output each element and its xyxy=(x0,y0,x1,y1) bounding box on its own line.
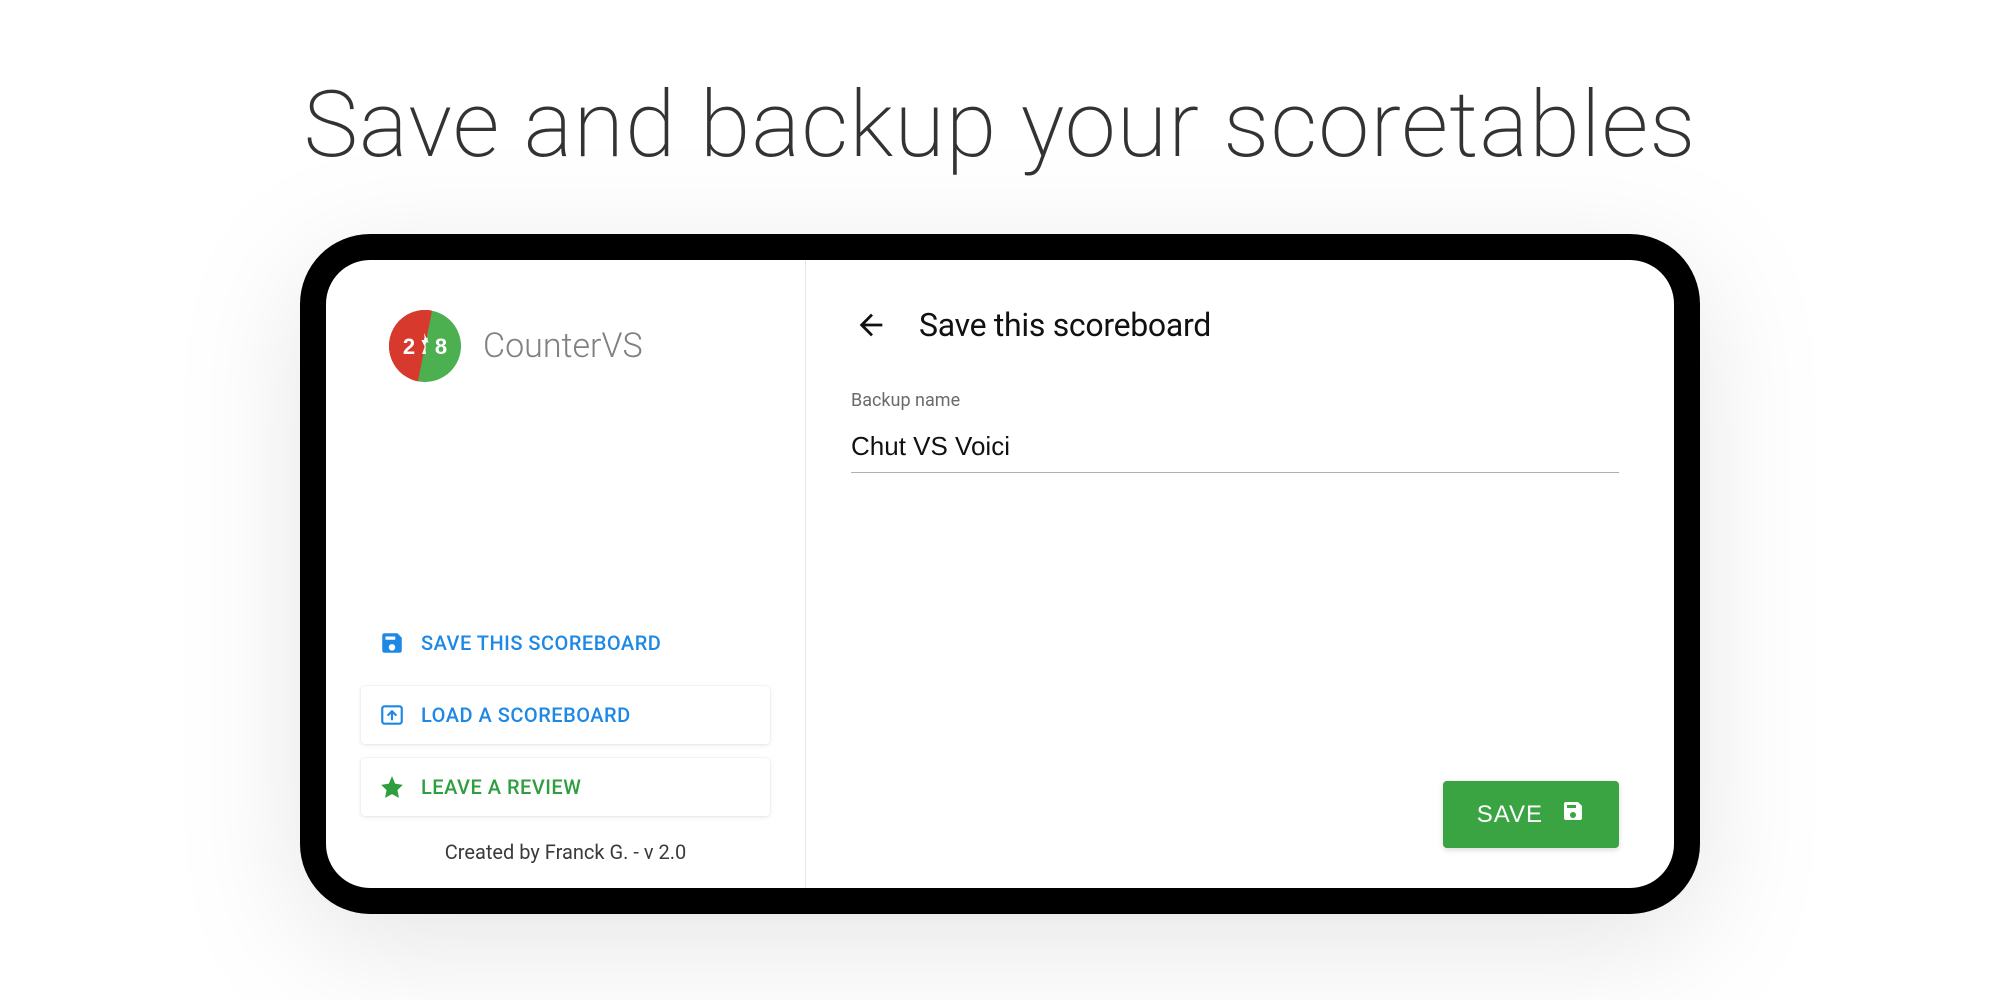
upload-icon xyxy=(379,702,405,728)
backup-name-field: Backup name xyxy=(851,390,1619,473)
save-icon xyxy=(379,630,405,656)
logo-right-score: 8 xyxy=(435,334,447,359)
main-title: Save this scoreboard xyxy=(919,306,1211,344)
arrow-left-icon xyxy=(854,308,888,342)
page-headline: Save and backup your scoretables xyxy=(304,72,1697,179)
app-logo-icon: 2 8 xyxy=(389,310,461,382)
menu-item-load-scoreboard[interactable]: LOAD A SCOREBOARD xyxy=(361,686,770,744)
menu-item-save-scoreboard[interactable]: SAVE THIS SCOREBOARD xyxy=(361,614,770,672)
save-icon xyxy=(1561,799,1585,830)
star-icon xyxy=(379,774,405,800)
back-button[interactable] xyxy=(851,305,891,345)
menu-item-leave-review[interactable]: LEAVE A REVIEW xyxy=(361,758,770,816)
menu-item-label: LOAD A SCOREBOARD xyxy=(421,703,631,727)
app-brand: 2 8 CounterVS xyxy=(389,310,770,382)
backup-name-label: Backup name xyxy=(851,390,1619,411)
main-panel: Save this scoreboard Backup name SAVE xyxy=(806,260,1674,888)
sidebar: 2 8 CounterVS xyxy=(326,260,806,888)
save-button[interactable]: SAVE xyxy=(1443,781,1619,848)
menu-item-label: LEAVE A REVIEW xyxy=(421,775,581,799)
credits-text: Created by Franck G. - v 2.0 xyxy=(361,840,770,864)
sidebar-menu: SAVE THIS SCOREBOARD LOAD A SCOREBOARD xyxy=(361,614,770,816)
save-button-label: SAVE xyxy=(1477,801,1543,829)
main-header: Save this scoreboard xyxy=(851,305,1619,345)
actions-bar: SAVE xyxy=(851,781,1619,848)
device-frame: 2 8 CounterVS xyxy=(300,234,1700,914)
backup-name-input[interactable] xyxy=(851,425,1619,473)
app-name: CounterVS xyxy=(483,326,643,366)
logo-left-score: 2 xyxy=(403,334,415,359)
menu-item-label: SAVE THIS SCOREBOARD xyxy=(421,631,661,655)
app-screen: 2 8 CounterVS xyxy=(326,260,1674,888)
